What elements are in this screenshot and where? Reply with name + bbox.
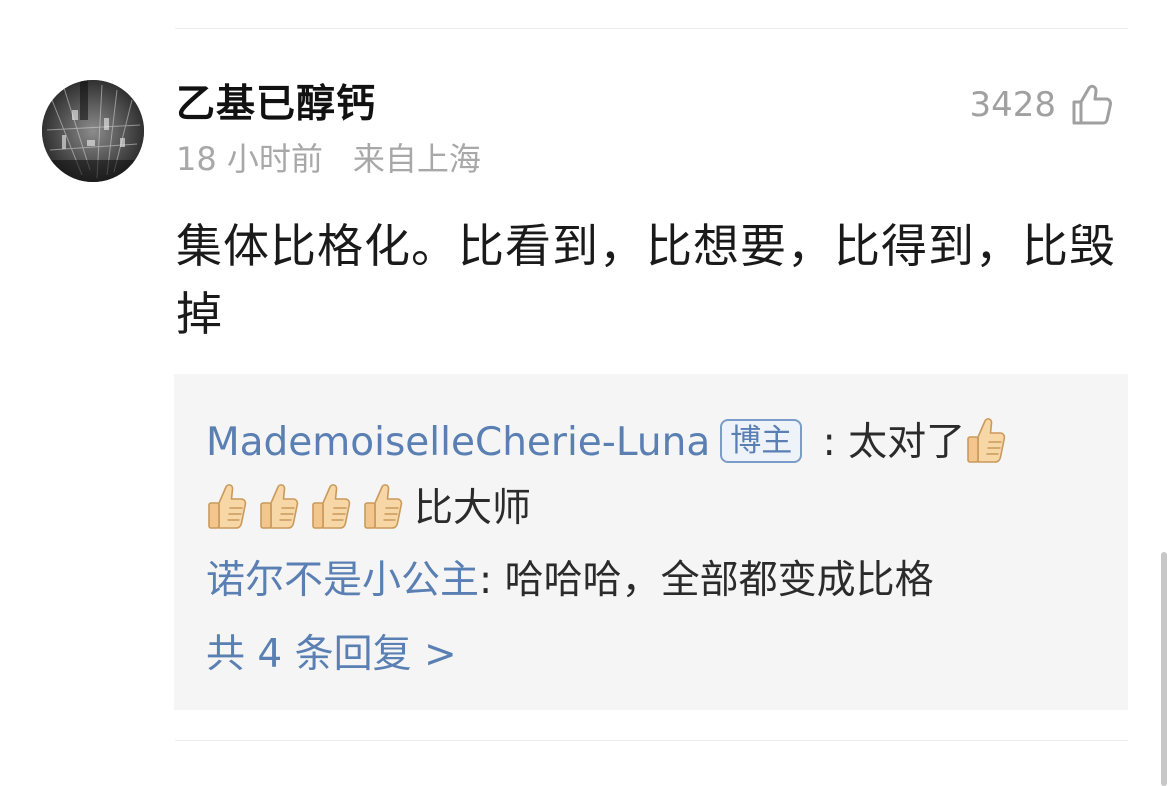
comment-location: 来自上海 xyxy=(352,140,481,178)
reply-text: 太对了 xyxy=(848,420,966,465)
reply-text: 哈哈哈，全部都变成比格 xyxy=(504,558,934,603)
reply-author[interactable]: MademoiselleCherie-Luna xyxy=(206,420,710,465)
comment-time: 18 小时前 xyxy=(176,140,323,178)
thumbs-up-emoji-icon xyxy=(362,481,406,531)
divider-top xyxy=(175,28,1128,29)
more-replies-label: 共 4 条回复 > xyxy=(206,632,457,677)
comment-page: 乙基已醇钙 18 小时前 来自上海 3428 集体比格化。比看到，比想要，比得到，… xyxy=(0,0,1170,786)
comment-meta: 18 小时前 来自上海 xyxy=(176,138,481,180)
reply-item: 诺尔不是小公主: 哈哈哈，全部都变成比格 xyxy=(206,548,1106,614)
reply-text-after: 比大师 xyxy=(414,486,532,531)
thumbs-up-emoji-icon xyxy=(965,415,1009,465)
reply-preview-box[interactable]: MademoiselleCherie-Luna 博主 : 太对了 比大师 诺尔不是… xyxy=(174,374,1128,710)
comment-username[interactable]: 乙基已醇钙 xyxy=(176,80,376,130)
thumbs-up-emoji-icon xyxy=(206,481,250,531)
reply-item: MademoiselleCherie-Luna 博主 : 太对了 xyxy=(206,410,1106,476)
like-button[interactable]: 3428 xyxy=(969,82,1114,128)
author-badge: 博主 xyxy=(720,419,803,463)
reply-separator: : xyxy=(810,420,849,465)
like-count: 3428 xyxy=(969,85,1056,125)
reply-item-continued: 比大师 xyxy=(206,476,1106,542)
avatar-image xyxy=(42,80,144,182)
reply-separator: : xyxy=(479,558,505,603)
divider-bottom xyxy=(175,740,1128,741)
thumbs-up-emoji-icon xyxy=(310,481,354,531)
more-replies-link[interactable]: 共 4 条回复 > xyxy=(206,622,1106,688)
comment-content: 集体比格化。比看到，比想要，比得到，比毁掉 xyxy=(176,219,1116,341)
avatar[interactable] xyxy=(42,80,144,182)
scrollbar[interactable] xyxy=(1161,552,1167,786)
thumbs-up-outline-icon xyxy=(1072,84,1112,125)
thumbs-up-emoji-icon xyxy=(258,481,302,531)
reply-author[interactable]: 诺尔不是小公主 xyxy=(206,558,479,603)
